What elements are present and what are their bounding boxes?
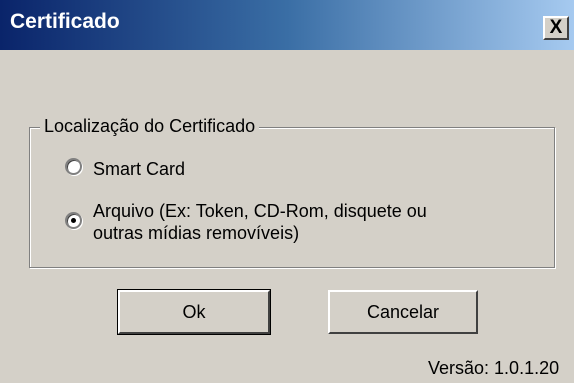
arquivo-radio[interactable] — [65, 212, 82, 229]
arquivo-label-line2: outras mídias removíveis) — [93, 223, 300, 243]
arquivo-label: Arquivo (Ex: Token, CD-Rom, disquete ou … — [93, 200, 427, 244]
radio-option-arquivo[interactable]: Arquivo (Ex: Token, CD-Rom, disquete ou … — [65, 200, 427, 244]
smart-card-radio[interactable] — [65, 158, 82, 175]
close-button[interactable]: X — [543, 16, 569, 40]
close-icon: X — [549, 17, 563, 38]
cancel-button[interactable]: Cancelar — [328, 290, 478, 334]
certificate-location-group — [29, 127, 555, 268]
smart-card-label: Smart Card — [93, 159, 186, 179]
title-bar: Certificado X — [0, 0, 574, 50]
arquivo-label-line1: Arquivo (Ex: Token, CD-Rom, disquete ou — [93, 201, 427, 221]
radio-option-smart-card[interactable]: Smart Card — [65, 158, 185, 180]
window-title: Certificado — [10, 10, 120, 33]
version-label: Versão: 1.0.1.20 — [428, 358, 560, 378]
ok-button[interactable]: Ok — [117, 289, 271, 335]
group-legend: Localização do Certificado — [40, 116, 260, 137]
